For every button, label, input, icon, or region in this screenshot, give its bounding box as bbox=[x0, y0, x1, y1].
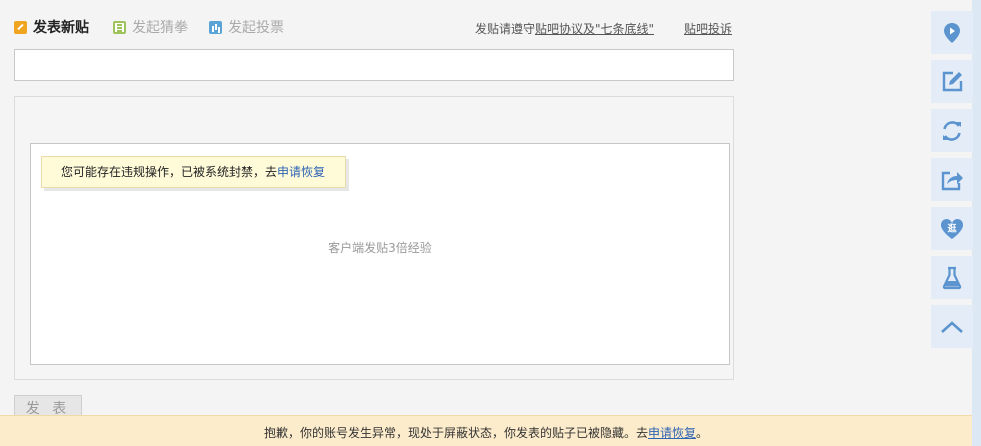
account-notice-bar: 抱歉，你的账号发生异常，现处于屏蔽状态，你发表的贴子已被隐藏。去申请恢复。 bbox=[0, 415, 972, 446]
notice-appeal-link[interactable]: 申请恢复 bbox=[648, 426, 696, 440]
tab-new-post[interactable]: 发表新贴 bbox=[14, 16, 89, 38]
client-hint: 客户端发贴3倍经验 bbox=[328, 241, 432, 255]
ban-tip-appeal-link[interactable]: 申请恢复 bbox=[277, 165, 325, 179]
editor-container: 您可能存在违规操作，已被系统封禁，去申请恢复 客户端发贴3倍经验 bbox=[14, 96, 734, 380]
guess-icon bbox=[113, 20, 126, 34]
post-tabbar: 发表新贴 发起猜拳 发起投票 发贴请遵守贴吧协议及"七条底线" 贴吧投诉 bbox=[14, 16, 734, 38]
sidebar-refresh-button[interactable] bbox=[931, 109, 973, 152]
rules-link[interactable]: 贴吧协议及"七条底线" bbox=[535, 22, 654, 36]
tab-guess[interactable]: 发起猜拳 bbox=[113, 16, 188, 38]
pencil-icon bbox=[14, 20, 27, 34]
heart-stroll-icon: 逛 bbox=[940, 218, 964, 239]
sidebar-location-button[interactable] bbox=[931, 11, 973, 54]
stroll-glyph: 逛 bbox=[947, 222, 956, 234]
right-sidebar: 逛 bbox=[931, 11, 973, 354]
ban-tip-text: 您可能存在违规操作，已被系统封禁，去 bbox=[61, 165, 278, 179]
complain-link[interactable]: 贴吧投诉 bbox=[684, 20, 732, 37]
refresh-icon bbox=[943, 120, 961, 141]
tab-vote-label: 发起投票 bbox=[228, 20, 284, 36]
tab-vote[interactable]: 发起投票 bbox=[209, 16, 284, 38]
edit-icon bbox=[942, 71, 963, 91]
sidebar-share-button[interactable] bbox=[931, 158, 973, 201]
location-pin-icon bbox=[944, 22, 960, 43]
tab-new-post-label: 发表新贴 bbox=[33, 20, 89, 36]
share-icon bbox=[941, 171, 963, 190]
sidebar-lab-button[interactable] bbox=[931, 256, 973, 299]
bar-chart-icon bbox=[209, 20, 222, 34]
sidebar-strip bbox=[972, 0, 981, 446]
sidebar-back-to-top-button[interactable] bbox=[931, 305, 973, 348]
editor-body[interactable]: 您可能存在违规操作，已被系统封禁，去申请恢复 客户端发贴3倍经验 bbox=[30, 143, 730, 365]
tab-guess-label: 发起猜拳 bbox=[132, 20, 188, 36]
notice-suffix: 。 bbox=[696, 426, 709, 440]
ban-tip: 您可能存在违规操作，已被系统封禁，去申请恢复 bbox=[41, 156, 346, 188]
sidebar-edit-button[interactable] bbox=[931, 60, 973, 103]
editor-toolbar bbox=[15, 97, 733, 143]
back-to-top-icon bbox=[941, 320, 963, 333]
sidebar-stroll-button[interactable]: 逛 bbox=[931, 207, 973, 250]
flask-icon bbox=[942, 266, 962, 289]
rules-prefix: 发贴请遵守 bbox=[474, 22, 535, 36]
title-input[interactable] bbox=[14, 49, 734, 81]
post-rules: 发贴请遵守贴吧协议及"七条底线" bbox=[475, 20, 654, 37]
notice-text: 抱歉，你的账号发生异常，现处于屏蔽状态，你发表的贴子已被隐藏。去 bbox=[263, 426, 648, 440]
